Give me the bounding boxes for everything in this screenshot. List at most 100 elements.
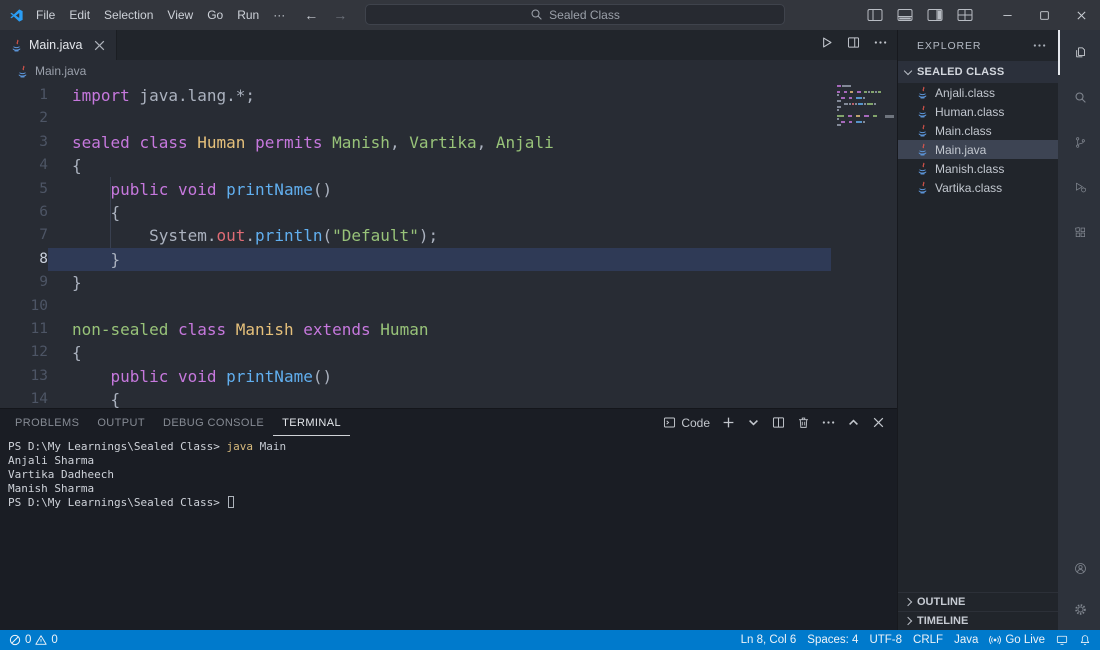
line-number: 1: [0, 84, 48, 107]
run-button[interactable]: [820, 36, 833, 54]
code-line-14[interactable]: 14 {: [0, 388, 897, 408]
menu-file[interactable]: File: [29, 5, 62, 26]
more-actions-icon[interactable]: [1033, 39, 1046, 52]
close-button[interactable]: [872, 416, 885, 429]
code-line-6[interactable]: 6 {: [0, 201, 897, 224]
problems-status[interactable]: 00: [9, 634, 58, 646]
terminal-profile-icon: [663, 416, 676, 429]
more-actions-button[interactable]: [874, 36, 887, 54]
maximize-button[interactable]: [1026, 0, 1063, 30]
split-editor-button[interactable]: [847, 36, 860, 54]
vscode-window: FileEditSelectionViewGoRun··· ← → Sealed…: [0, 0, 1100, 650]
minimap-line: [837, 91, 881, 93]
status-ln-8-col-6[interactable]: Ln 8, Col 6: [741, 634, 797, 646]
file-row-main-class[interactable]: Main.class: [898, 121, 1058, 140]
section-label: SEALED CLASS: [917, 66, 1004, 78]
file-row-main-java[interactable]: Main.java: [898, 140, 1058, 159]
extensions-icon: [1074, 226, 1087, 239]
code-line-8[interactable]: 8 }: [0, 248, 897, 271]
source-control-icon: [1074, 136, 1087, 149]
toggle-primary-sidebar-button[interactable]: [863, 4, 887, 26]
broadcast-icon: [989, 634, 1001, 646]
customize-layout-button[interactable]: [953, 4, 977, 26]
code-line-5[interactable]: 5 public void printName(): [0, 178, 897, 201]
back-arrow-icon[interactable]: ←: [304, 7, 318, 23]
menu-go[interactable]: Go: [200, 5, 230, 26]
section-timeline[interactable]: TIMELINE: [898, 611, 1058, 630]
breadcrumb[interactable]: Main.java: [0, 60, 897, 82]
activity-files[interactable]: [1058, 30, 1100, 75]
menu-run[interactable]: Run: [230, 5, 266, 26]
activity-account[interactable]: [1058, 548, 1100, 589]
close-tab-icon[interactable]: [93, 39, 106, 52]
panel-tab-output[interactable]: OUTPUT: [88, 409, 154, 436]
code-line-7[interactable]: 7 System.out.println("Default");: [0, 224, 897, 247]
terminal-profile-button[interactable]: Code: [663, 416, 710, 430]
activity-search[interactable]: [1058, 75, 1100, 120]
status-bell-icon[interactable]: [1079, 634, 1091, 646]
status-java[interactable]: Java: [954, 634, 978, 646]
java-class-icon: [916, 162, 929, 175]
code-line-11[interactable]: 11non-sealed class Manish extends Human: [0, 318, 897, 341]
forward-arrow-icon[interactable]: →: [333, 7, 347, 23]
minimize-button[interactable]: [989, 0, 1026, 30]
menu-edit[interactable]: Edit: [62, 5, 97, 26]
count: 0: [51, 634, 57, 646]
toggle-secondary-sidebar-button[interactable]: [923, 4, 947, 26]
code-editor[interactable]: 1import java.lang.*;23sealed class Human…: [0, 82, 897, 408]
java-file-icon: [16, 65, 29, 78]
file-row-vartika-class[interactable]: Vartika.class: [898, 178, 1058, 197]
minimap[interactable]: [837, 85, 881, 127]
split-terminal-button[interactable]: [772, 416, 785, 429]
terminal-output[interactable]: PS D:\My Learnings\Sealed Class> java Ma…: [0, 436, 897, 630]
line-number: 5: [0, 178, 48, 201]
panel-tab-debug-console[interactable]: DEBUG CONSOLE: [154, 409, 273, 436]
code-line-1[interactable]: 1import java.lang.*;: [0, 84, 897, 107]
status-right: Ln 8, Col 6 Spaces: 4 UTF-8 CRLF Java Go Live: [741, 634, 1091, 646]
status-spaces-4[interactable]: Spaces: 4: [807, 634, 858, 646]
activity-source-control[interactable]: [1058, 120, 1100, 165]
chevron-down-icon: [747, 416, 760, 429]
section-outline[interactable]: OUTLINE: [898, 592, 1058, 611]
menu-view[interactable]: View: [160, 5, 200, 26]
more-actions-button[interactable]: [822, 416, 835, 429]
code-line-12[interactable]: 12{: [0, 341, 897, 364]
command-center-search[interactable]: Sealed Class: [365, 4, 785, 25]
menu-more[interactable]: ···: [266, 5, 292, 26]
code-line-10[interactable]: 10: [0, 295, 897, 318]
status-crlf[interactable]: CRLF: [913, 634, 943, 646]
file-row-manish-class[interactable]: Manish.class: [898, 159, 1058, 178]
chevron-down-button[interactable]: [747, 416, 760, 429]
menu-selection[interactable]: Selection: [97, 5, 160, 26]
minimize-icon: [1002, 10, 1013, 21]
status-utf-8[interactable]: UTF-8: [869, 634, 902, 646]
code-line-13[interactable]: 13 public void printName(): [0, 365, 897, 388]
file-name: Human.class: [935, 105, 1004, 119]
file-row-human-class[interactable]: Human.class: [898, 102, 1058, 121]
activity-run-debug[interactable]: [1058, 165, 1100, 210]
search-icon: [530, 8, 543, 21]
toggle-panel-button[interactable]: [893, 4, 917, 26]
status-monitor-icon[interactable]: [1056, 634, 1068, 646]
plus-button[interactable]: [722, 416, 735, 429]
trash-button[interactable]: [797, 416, 810, 429]
plus-icon: [722, 416, 735, 429]
tab-main-java[interactable]: Main.java: [0, 30, 117, 60]
minimap-line: [837, 112, 881, 114]
chevron-up-button[interactable]: [847, 416, 860, 429]
activity-settings-gear[interactable]: [1058, 589, 1100, 630]
panel-tab-problems[interactable]: PROBLEMS: [6, 409, 88, 436]
section-sealed-class[interactable]: SEALED CLASS: [898, 61, 1058, 83]
code-line-2[interactable]: 2: [0, 107, 897, 130]
status-go-live[interactable]: Go Live: [989, 634, 1045, 646]
activity-extensions[interactable]: [1058, 210, 1100, 255]
close-button[interactable]: [1063, 0, 1100, 30]
code-line-9[interactable]: 9}: [0, 271, 897, 294]
line-number: 7: [0, 224, 48, 247]
code-line-4[interactable]: 4{: [0, 154, 897, 177]
code-line-3[interactable]: 3sealed class Human permits Manish, Vart…: [0, 131, 897, 154]
file-name: Manish.class: [935, 162, 1004, 176]
file-row-anjali-class[interactable]: Anjali.class: [898, 83, 1058, 102]
scrollbar-marker[interactable]: [885, 115, 894, 118]
panel-tab-terminal[interactable]: TERMINAL: [273, 409, 350, 436]
